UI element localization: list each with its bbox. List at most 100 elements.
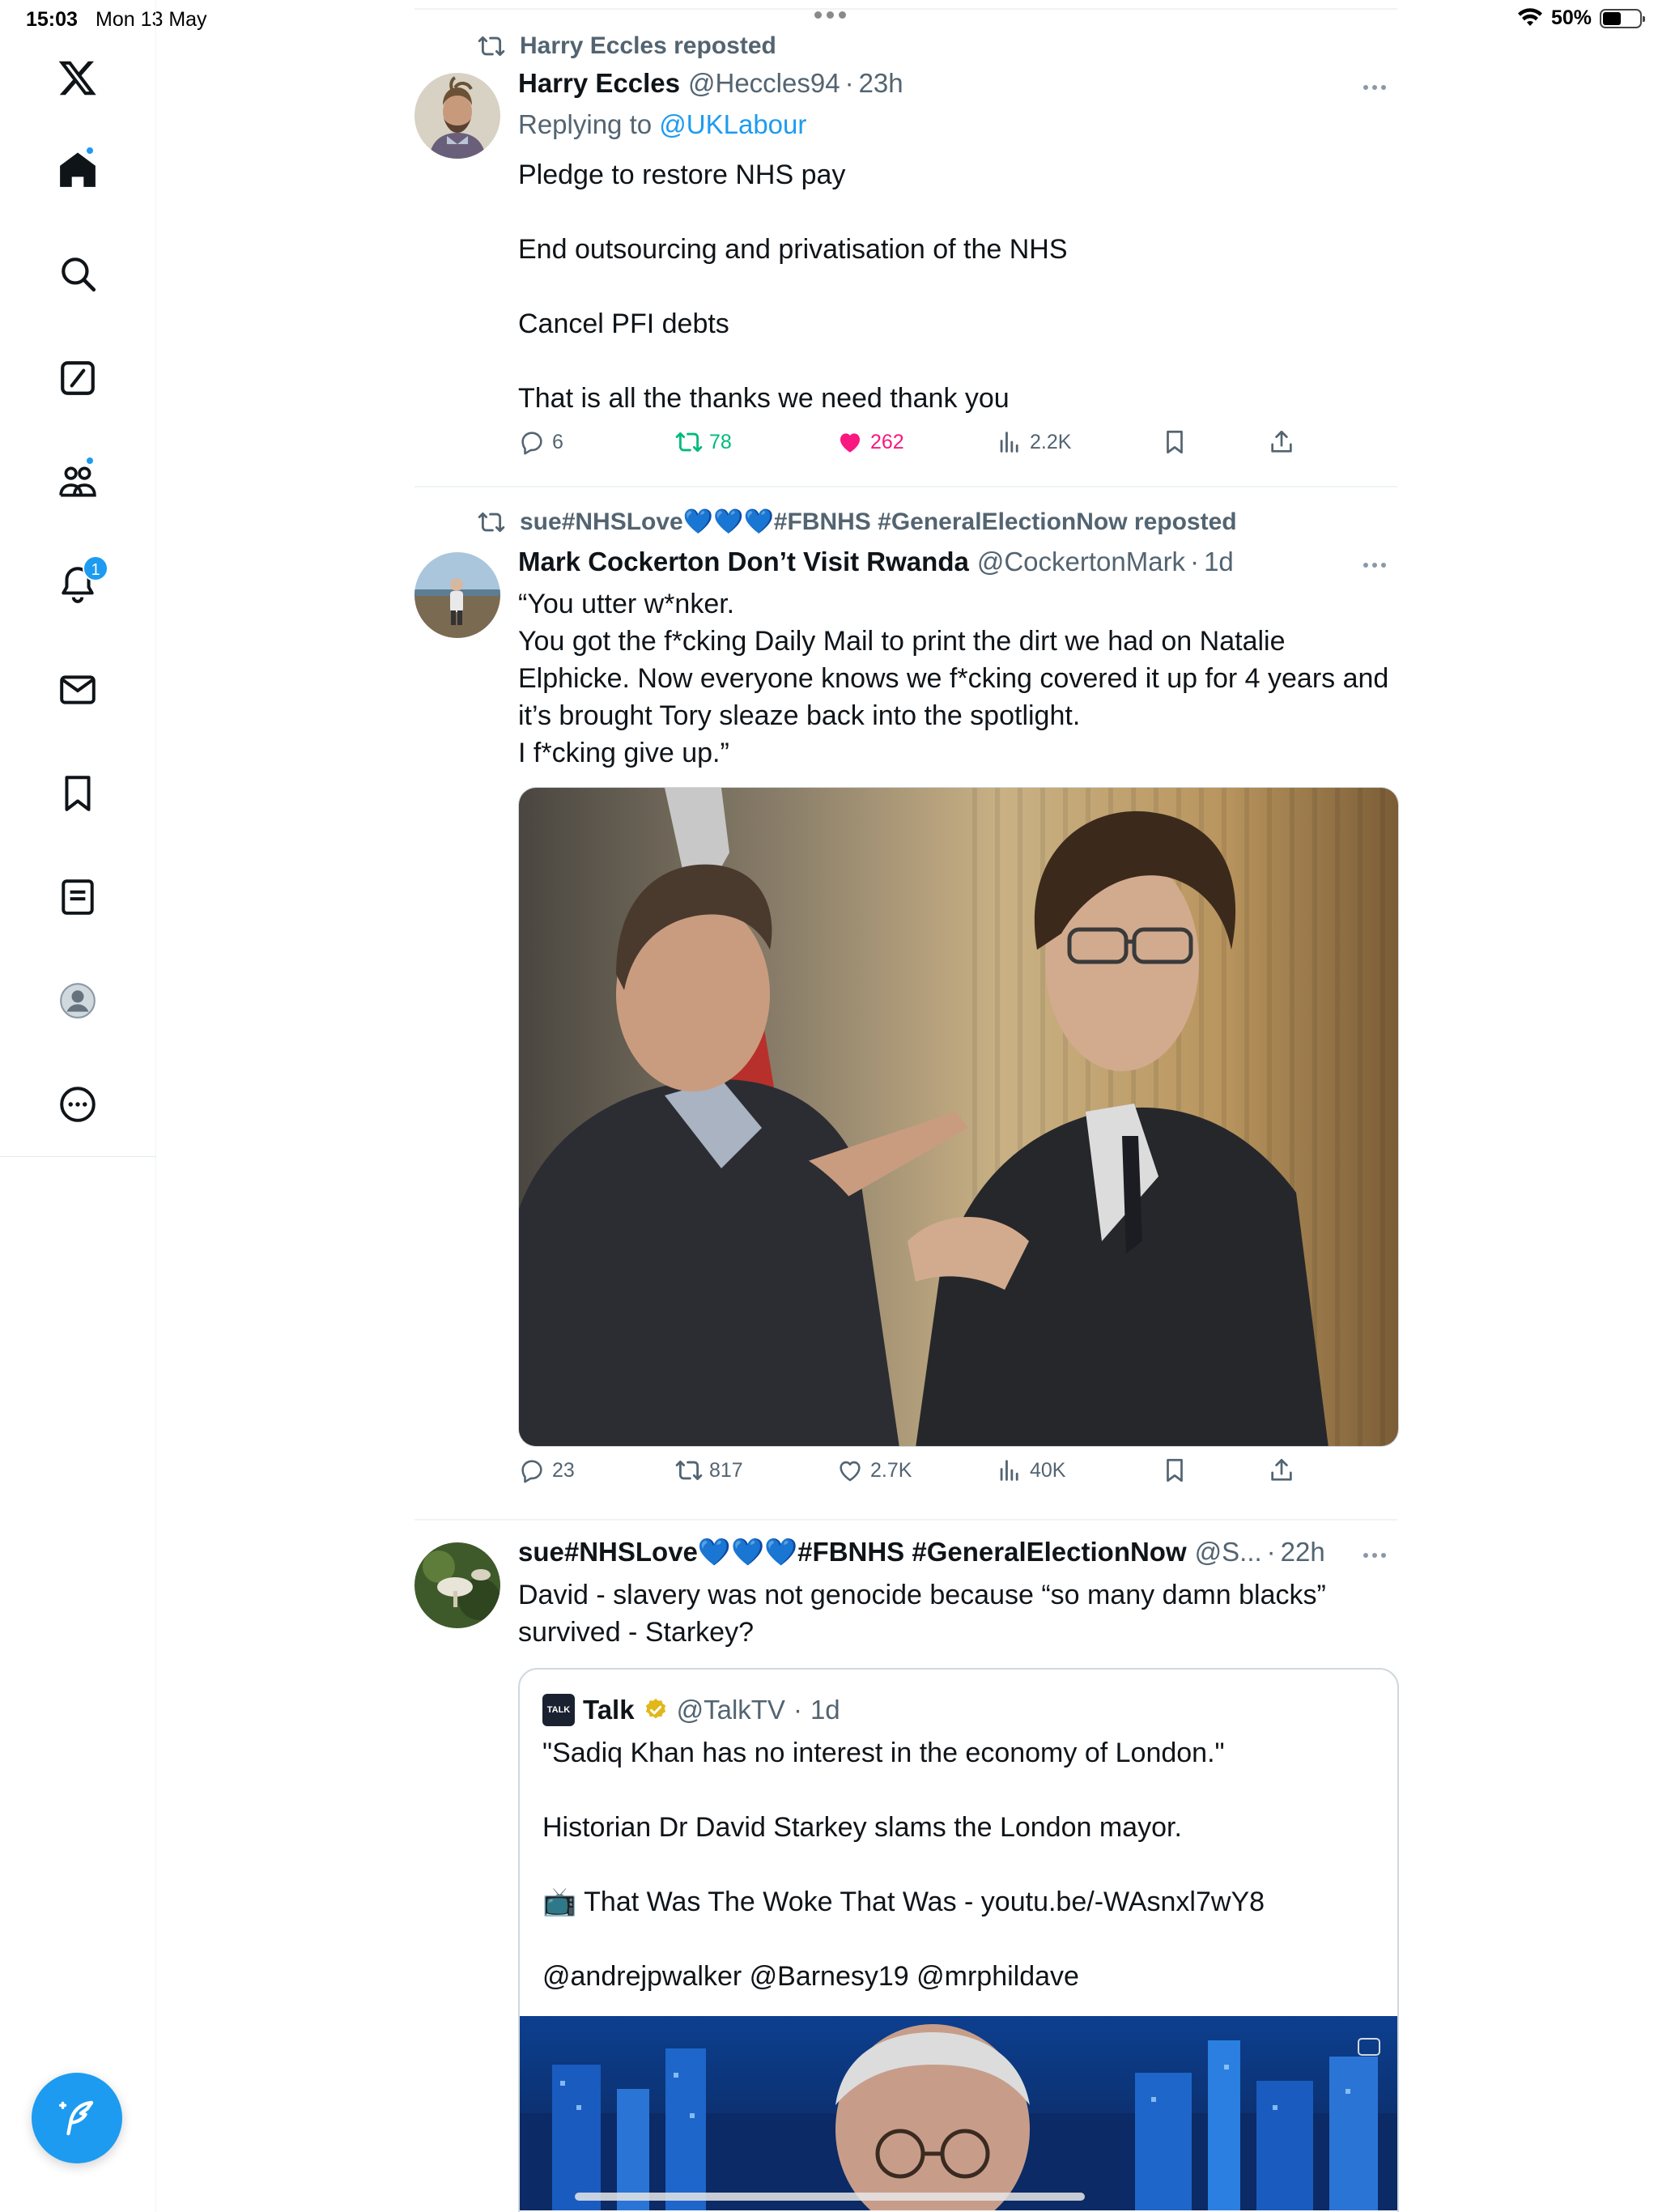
talk-logo: TALK xyxy=(542,1694,575,1726)
tweet-time[interactable]: 23h xyxy=(859,68,903,99)
like-count: 262 xyxy=(870,430,904,453)
like-count: 2.7K xyxy=(870,1458,912,1482)
bookmark-icon xyxy=(1167,430,1183,454)
author-name[interactable]: sue#NHSLove💙💙💙#FBNHS #GeneralElectionNow xyxy=(518,1537,1187,1568)
tweet-header: sue#NHSLove💙💙💙#FBNHS #GeneralElectionNow… xyxy=(518,1537,1344,1568)
separator: · xyxy=(1190,547,1200,576)
separator: · xyxy=(844,68,854,98)
repost-button[interactable]: 78 xyxy=(675,428,732,456)
compose-icon xyxy=(58,2100,94,2136)
author-handle[interactable]: @S... xyxy=(1195,1537,1262,1568)
avatar-image xyxy=(414,73,500,159)
like-button[interactable]: 262 xyxy=(836,428,904,456)
quoted-tweet[interactable]: TALK Talk @TalkTV · 1d "Sadiq Khan has n… xyxy=(518,1668,1399,2212)
repost-icon xyxy=(478,512,505,532)
quote-author-handle: @TalkTV xyxy=(676,1695,785,1725)
bookmark-button[interactable] xyxy=(1161,428,1188,456)
author-handle[interactable]: @Heccles94 xyxy=(688,68,840,99)
sidebar-item-messages[interactable] xyxy=(50,662,105,717)
avatar-image xyxy=(414,552,500,638)
reply-icon xyxy=(521,1460,542,1483)
tweet-line: That is all the thanks we need thank you xyxy=(518,383,1010,414)
repost-label: sue#NHSLove💙💙💙#FBNHS #GeneralElectionNow… xyxy=(520,508,1237,535)
tweet-text: “You utter w*nker. You got the f*cking D… xyxy=(518,585,1401,772)
sidebar-item-profile[interactable] xyxy=(50,973,105,1028)
verified-gold-icon xyxy=(645,1699,665,1719)
tweet-time[interactable]: 22h xyxy=(1281,1537,1325,1568)
quote-header: TALK Talk @TalkTV · 1d xyxy=(542,1694,840,1726)
reply-count: 23 xyxy=(552,1458,575,1482)
bookmark-button[interactable] xyxy=(1161,1457,1188,1484)
tweet-time[interactable]: 1d xyxy=(1204,547,1234,577)
sidebar-item-notifications[interactable]: 1 xyxy=(50,555,108,612)
avatar[interactable] xyxy=(414,1542,500,1628)
reply-context: Replying to @UKLabour xyxy=(518,109,806,140)
author-name[interactable]: Mark Cockerton Don’t Visit Rwanda xyxy=(518,547,969,577)
wifi-icon xyxy=(1517,7,1542,26)
author-name[interactable]: Harry Eccles xyxy=(518,68,680,99)
views-button[interactable]: 2.2K xyxy=(996,428,1071,456)
like-button[interactable]: 2.7K xyxy=(836,1457,912,1484)
tweet-more-button[interactable] xyxy=(1350,549,1399,581)
tweet-line: I f*cking give up.” xyxy=(518,738,729,768)
tweet-more-button[interactable] xyxy=(1350,1539,1399,1572)
heart-icon xyxy=(840,1461,861,1482)
tweet-line: Pledge to restore NHS pay xyxy=(518,160,846,190)
sidebar-item-home[interactable] xyxy=(50,143,105,198)
sidebar-item-more[interactable] xyxy=(50,1077,105,1132)
quote-line: @andrejpwalker @Barnesy19 @mrphildave xyxy=(542,1961,1079,1992)
quote-line: "Sadiq Khan has no interest in the econo… xyxy=(542,1738,1225,1768)
tweet-header: Mark Cockerton Don’t Visit Rwanda @Cocke… xyxy=(518,547,1234,577)
tweet-line: “You utter w*nker. xyxy=(518,589,735,619)
x-logo[interactable] xyxy=(50,50,105,105)
tweet-line: Cancel PFI debts xyxy=(518,308,729,339)
quote-line: Historian Dr David Starkey slams the Lon… xyxy=(542,1812,1182,1843)
views-button[interactable]: 40K xyxy=(996,1457,1065,1484)
reply-button[interactable]: 6 xyxy=(518,428,563,456)
sidebar-item-bookmarks[interactable] xyxy=(50,766,105,821)
list-icon xyxy=(62,879,94,915)
views-icon xyxy=(1000,1460,1018,1481)
avatar-image xyxy=(414,1542,500,1628)
avatar[interactable] xyxy=(414,552,500,638)
quote-text: "Sadiq Khan has no interest in the econo… xyxy=(542,1734,1376,1995)
views-count: 40K xyxy=(1030,1458,1066,1482)
timeline: Harry Eccles reposted Harry Eccles @Hecc… xyxy=(414,0,1399,2212)
tweet-more-button[interactable] xyxy=(1350,71,1399,104)
share-button[interactable] xyxy=(1268,1457,1295,1484)
tweet-line: End outsourcing and privatisation of the… xyxy=(518,234,1068,265)
repost-icon xyxy=(478,36,505,57)
tweet-actions: 23 817 2.7K 40K xyxy=(518,1457,1328,1492)
repost-indicator: Harry Eccles reposted xyxy=(478,32,776,60)
bookmark-icon xyxy=(65,776,91,811)
home-indicator[interactable] xyxy=(575,2193,1085,2201)
tweet-text: Pledge to restore NHS pay End outsourcin… xyxy=(518,156,1401,417)
share-button[interactable] xyxy=(1268,428,1295,456)
heart-filled-icon xyxy=(840,433,861,453)
sidebar-divider xyxy=(0,1156,156,1157)
author-handle[interactable]: @CockertonMark xyxy=(977,547,1185,577)
tweet-actions: 6 78 262 2.2K xyxy=(518,428,1328,464)
quote-video-thumbnail[interactable] xyxy=(520,2016,1397,2212)
repost-count: 78 xyxy=(709,430,732,453)
tweet-image[interactable] xyxy=(518,787,1399,1447)
views-count: 2.2K xyxy=(1030,430,1072,453)
compose-button[interactable] xyxy=(32,2073,122,2163)
reply-prefix: Replying to xyxy=(518,109,653,139)
sidebar-item-lists[interactable] xyxy=(50,870,105,925)
communities-icon xyxy=(59,466,96,497)
reply-count: 6 xyxy=(552,430,563,453)
notifications-badge: 1 xyxy=(83,555,108,581)
tweet-header: Harry Eccles @Heccles94 · 23h xyxy=(518,68,903,99)
repost-button[interactable]: 817 xyxy=(675,1457,743,1484)
search-icon xyxy=(62,257,96,292)
quote-line: 📺 That Was The Woke That Was - youtu.be/… xyxy=(542,1887,1265,1917)
sidebar-item-explore[interactable] xyxy=(50,246,105,301)
reply-button[interactable]: 23 xyxy=(518,1457,575,1484)
avatar[interactable] xyxy=(414,73,500,159)
sidebar-item-communities[interactable] xyxy=(50,454,105,509)
reply-to-link[interactable]: @UKLabour xyxy=(659,109,806,139)
grok-icon xyxy=(61,361,95,395)
sidebar-item-grok[interactable] xyxy=(50,351,105,406)
x-logo-icon xyxy=(58,61,96,96)
